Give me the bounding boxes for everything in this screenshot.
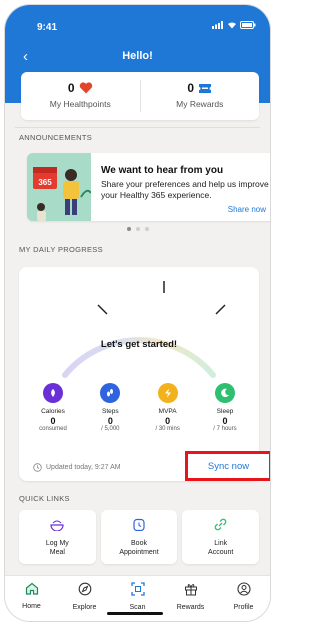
moon-icon (214, 383, 235, 403)
last-updated-text: Updated today, 9:27 AM (46, 464, 121, 471)
clock-icon (133, 518, 145, 532)
rewards-summary[interactable]: 0 My Rewards (139, 80, 260, 112)
scan-icon (130, 582, 145, 596)
announcement-headline: We want to hear from you (101, 165, 224, 176)
gauge-tick (97, 304, 108, 315)
sync-now-label: Sync now (207, 460, 250, 472)
page-title: Hello! (122, 50, 153, 62)
nav-label: Home (22, 603, 41, 610)
meal-icon (50, 520, 64, 532)
carousel-dot[interactable] (126, 227, 131, 231)
quick-links-row: Log My Meal Book Appointment Link Accoun… (19, 510, 260, 564)
footsteps-icon (100, 383, 121, 403)
progress-gauge (62, 281, 226, 378)
clock-icon (33, 463, 42, 472)
announcements-title: ANNOUNCEMENTS (19, 133, 93, 142)
quick-link-label: Log My (45, 540, 69, 547)
metric-value: 0 (165, 416, 171, 426)
battery-icon (240, 21, 256, 29)
metric-label: Calories (41, 408, 65, 415)
nav-home[interactable]: Home (5, 576, 58, 621)
heart-icon (79, 82, 92, 94)
section-divider (15, 127, 260, 128)
carousel-dot[interactable] (144, 227, 149, 231)
nav-label: Scan (129, 604, 146, 611)
quick-link-book-appointment[interactable]: Book Appointment (100, 510, 178, 564)
metric-label: MVPA (158, 408, 177, 415)
nav-rewards[interactable]: Rewards (164, 576, 217, 621)
home-indicator (107, 612, 163, 615)
metric-unit: / 5,000 (101, 426, 120, 432)
metric-calories[interactable]: Calories 0 consumed (27, 383, 79, 432)
quick-links-title: QUICK LINKS (19, 494, 70, 503)
gauge-tick (215, 304, 226, 315)
nav-profile[interactable]: Profile (217, 576, 270, 621)
metric-value: 0 (107, 416, 113, 426)
app-badge-text: 365 (38, 178, 52, 187)
ticket-icon (199, 83, 212, 93)
healthpoints-summary[interactable]: 0 My Healthpoints (21, 72, 140, 120)
compass-icon (78, 582, 91, 596)
gift-icon (184, 584, 197, 596)
home-icon (25, 582, 38, 595)
wifi-icon (228, 22, 236, 29)
metric-label: Sleep (216, 408, 234, 415)
status-icons (212, 21, 256, 29)
profile-icon (236, 582, 251, 596)
rewards-label: My Rewards (176, 99, 224, 109)
quick-link-label: Meal (49, 549, 65, 556)
status-time: 9:41 (37, 22, 58, 33)
nav-label: Rewards (176, 604, 205, 611)
rewards-value: 0 (187, 81, 195, 95)
healthpoints-label: My Healthpoints (49, 99, 111, 109)
metric-mvpa[interactable]: MVPA 0 / 30 mins (142, 383, 194, 432)
carousel-dots (5, 227, 270, 231)
nav-label: Profile (233, 604, 254, 611)
metric-unit: / 30 mins (155, 426, 180, 432)
metric-unit: / 7 hours (213, 426, 237, 432)
metrics-row: Calories 0 consumed Steps 0 / 5,000 MVPA… (27, 383, 251, 432)
metric-value: 0 (50, 416, 56, 426)
phone-frame: 9:41 ‹ Hello! 0 My Healthpoints 0 My Rew… (4, 4, 271, 622)
daily-progress-card: Let's get started! Calories 0 consumed S… (19, 267, 259, 481)
announcement-body: Share your preferences and help us impro… (101, 179, 269, 200)
quick-link-log-meal[interactable]: Log My Meal (19, 510, 96, 564)
quick-link-link-account[interactable]: Link Account (182, 510, 260, 564)
metric-sleep[interactable]: Sleep 0 / 7 hours (199, 383, 251, 432)
metric-steps[interactable]: Steps 0 / 5,000 (84, 383, 136, 432)
healthpoints-value: 0 (67, 81, 75, 95)
quick-link-label: Appointment (119, 549, 159, 556)
carousel-dot[interactable] (135, 227, 140, 231)
daily-progress-title: MY DAILY PROGRESS (19, 245, 103, 254)
quick-link-label: Book (131, 540, 147, 547)
metric-label: Steps (102, 408, 119, 415)
nav-bar: ‹ Hello! (5, 47, 270, 69)
share-now-link[interactable]: Share now (228, 205, 266, 214)
announcement-card[interactable]: 365 We want to hear from you Share your … (27, 153, 270, 221)
sync-now-button[interactable]: Sync now (185, 451, 270, 481)
last-updated: Updated today, 9:27 AM (33, 463, 121, 472)
points-card: 0 My Healthpoints 0 My Rewards (21, 72, 259, 120)
quick-link-label: Account (208, 549, 234, 556)
quick-link-label: Link (214, 540, 228, 547)
link-icon (214, 518, 227, 531)
flame-icon (43, 383, 63, 403)
nav-label: Explore (72, 604, 97, 611)
metric-unit: consumed (39, 426, 67, 432)
metric-value: 0 (222, 416, 228, 426)
announcement-illustration: 365 (27, 153, 92, 221)
lightning-icon (157, 383, 178, 403)
nav-scan[interactable]: Scan (111, 576, 164, 621)
gauge-message: Let's get started! (100, 339, 178, 350)
signal-icon (212, 21, 223, 29)
status-bar: 9:41 (5, 5, 270, 45)
nav-explore[interactable]: Explore (58, 576, 111, 621)
